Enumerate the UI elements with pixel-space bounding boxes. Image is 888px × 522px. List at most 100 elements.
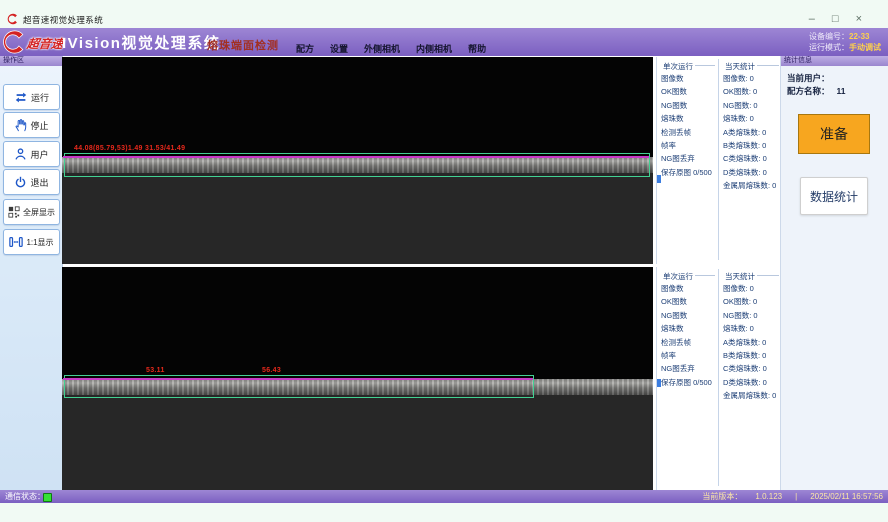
- stat-row: A类熔珠数: 0: [723, 126, 779, 139]
- user-button[interactable]: 用户: [3, 141, 60, 167]
- window-controls: – □ ×: [809, 10, 862, 28]
- stat-row: 帧率: [661, 139, 715, 152]
- fullscreen-grid-icon: [8, 206, 20, 218]
- device-id-value: 22-33: [849, 32, 869, 41]
- today-stats-group: 当天统计 图像数: 0 OK图数: 0 NG图数: 0 熔珠数: 0 A类熔珠数…: [723, 275, 779, 403]
- brand-swoosh-icon: [3, 30, 27, 54]
- measurement-annotation: 44.08(85.79,53)1.49 31.53/41.49: [74, 145, 185, 152]
- operation-sidebar: 操作区 运行 停止 用户: [0, 56, 63, 490]
- stat-row: NG图丢弃: [661, 152, 715, 165]
- edge-line-magenta: [63, 378, 533, 380]
- group-title: 单次运行: [661, 61, 695, 72]
- info-panel-caption: 统计信息: [781, 56, 888, 66]
- device-id-label: 设备编号：: [809, 32, 849, 41]
- info-panel: 统计信息 当前用户： 配方名称： 11 准备 数据统计: [780, 56, 888, 490]
- stat-row: C类熔珠数: 0: [723, 362, 779, 375]
- stop-button-label: 停止: [30, 119, 48, 132]
- stat-row: 保存原图 0/500: [661, 166, 715, 179]
- comm-status-indicator: [43, 493, 52, 502]
- recipe-row: 配方名称： 11: [787, 85, 846, 97]
- version-info: 当前版本： 1.0.123 | 2025/02/11 16:57:56: [702, 490, 883, 503]
- stop-hand-icon: [14, 118, 27, 132]
- stat-row: 熔珠数: [661, 322, 715, 335]
- app-title: IVision视觉处理系统: [62, 32, 220, 53]
- current-user-label: 当前用户：: [787, 73, 830, 83]
- group-title: 当天统计: [723, 61, 757, 72]
- viewport-lower-region: [62, 395, 653, 490]
- stat-row: OK图数: 0: [723, 295, 779, 308]
- stat-row: 图像数: [661, 282, 715, 295]
- recipe-name-label: 配方名称：: [787, 86, 830, 96]
- stats-panel-top: 单次运行 图像数 OK图数 NG图数 熔珠数 检测丢帧 帧率 NG图丢弃 保存原…: [656, 57, 781, 264]
- stat-row: NG图丢弃: [661, 362, 715, 375]
- one-to-one-icon: [9, 236, 23, 248]
- stat-row: D类熔珠数: 0: [723, 166, 779, 179]
- stat-row: B类熔珠数: 0: [723, 349, 779, 362]
- stat-row: C类熔珠数: 0: [723, 152, 779, 165]
- single-run-group: 单次运行 图像数 OK图数 NG图数 熔珠数 检测丢帧 帧率 NG图丢弃 保存原…: [661, 65, 715, 179]
- divider: |: [795, 490, 797, 503]
- menu-item-settings[interactable]: 设置: [330, 42, 348, 55]
- stat-row: 金属屑熔珠数: 0: [723, 179, 779, 192]
- menu-bar: 配方 设置 外侧相机 内侧相机 帮助: [296, 42, 486, 55]
- stat-row: 检测丢帧: [661, 336, 715, 349]
- stat-row: NG图数: 0: [723, 309, 779, 322]
- exit-button[interactable]: 退出: [3, 169, 60, 195]
- stat-row: OK图数: [661, 295, 715, 308]
- os-titlebar: 超音速视觉处理系统 – □ ×: [0, 10, 888, 28]
- datetime: 2025/02/11 16:57:56: [810, 490, 883, 503]
- device-info: 设备编号：22-33 运行模式：手动调试: [809, 31, 881, 53]
- stat-row: 图像数: 0: [723, 72, 779, 85]
- stat-row: OK图数: 0: [723, 85, 779, 98]
- app-logo-icon: [7, 13, 19, 25]
- data-stats-button[interactable]: 数据统计: [800, 177, 868, 215]
- stat-row: 图像数: 0: [723, 282, 779, 295]
- stop-button[interactable]: 停止: [3, 112, 60, 138]
- minimize-button[interactable]: –: [809, 10, 815, 28]
- version-value: 1.0.123: [755, 490, 782, 503]
- fullscreen-button-label: 全屏显示: [23, 207, 55, 218]
- run-button-label: 运行: [31, 91, 49, 104]
- status-bar: 通信状态： 当前版本： 1.0.123 | 2025/02/11 16:57:5…: [0, 490, 888, 503]
- menu-item-help[interactable]: 帮助: [468, 42, 486, 55]
- comm-status-label: 通信状态：: [5, 490, 45, 503]
- stat-row: 金属屑熔珠数: 0: [723, 389, 779, 402]
- group-title: 当天统计: [723, 271, 757, 282]
- stat-row: 图像数: [661, 72, 715, 85]
- stat-row: NG图数: [661, 99, 715, 112]
- run-button[interactable]: 运行: [3, 84, 60, 110]
- app-window: 超音速视觉处理系统 – □ × 超音速 IVision视觉处理系统 熔珠端面检测…: [0, 0, 888, 522]
- power-icon: [14, 175, 27, 189]
- prepare-button[interactable]: 准备: [798, 114, 870, 154]
- stat-row: D类熔珠数: 0: [723, 376, 779, 389]
- fullscreen-button[interactable]: 全屏显示: [3, 199, 60, 225]
- stat-row: 熔珠数: 0: [723, 112, 779, 125]
- run-mode-value: 手动调试: [849, 43, 881, 52]
- app-header: 超音速 IVision视觉处理系统 熔珠端面检测 配方 设置 外侧相机 内侧相机…: [0, 28, 888, 56]
- one-to-one-button-label: 1:1显示: [26, 237, 53, 248]
- recipe-name-value: 11: [837, 86, 846, 96]
- menu-item-inner-camera[interactable]: 内侧相机: [416, 42, 452, 55]
- one-to-one-button[interactable]: 1:1显示: [3, 229, 60, 255]
- stat-row: 帧率: [661, 349, 715, 362]
- app-subtitle: 熔珠端面检测: [207, 37, 279, 53]
- today-stats-group: 当天统计 图像数: 0 OK图数: 0 NG图数: 0 熔珠数: 0 A类熔珠数…: [723, 65, 779, 193]
- stats-panel-bottom: 单次运行 图像数 OK图数 NG图数 熔珠数 检测丢帧 帧率 NG图丢弃 保存原…: [656, 267, 781, 490]
- run-mode-label: 运行模式：: [809, 43, 849, 52]
- exit-button-label: 退出: [30, 176, 48, 189]
- user-button-label: 用户: [30, 148, 48, 161]
- stat-row: 保存原图 0/500: [661, 376, 715, 389]
- brand-name: 超音速: [26, 35, 64, 52]
- menu-item-outer-camera[interactable]: 外侧相机: [364, 42, 400, 55]
- menu-item-recipe[interactable]: 配方: [296, 42, 314, 55]
- close-button[interactable]: ×: [856, 10, 862, 28]
- stat-row: A类熔珠数: 0: [723, 336, 779, 349]
- stat-row: NG图数: 0: [723, 99, 779, 112]
- maximize-button[interactable]: □: [832, 10, 839, 28]
- window-title: 超音速视觉处理系统: [23, 14, 103, 26]
- edge-line-magenta: [63, 156, 649, 158]
- sidebar-caption: 操作区: [0, 56, 62, 66]
- current-user-row: 当前用户：: [787, 72, 830, 84]
- user-icon: [14, 147, 27, 161]
- run-loop-icon: [14, 91, 28, 104]
